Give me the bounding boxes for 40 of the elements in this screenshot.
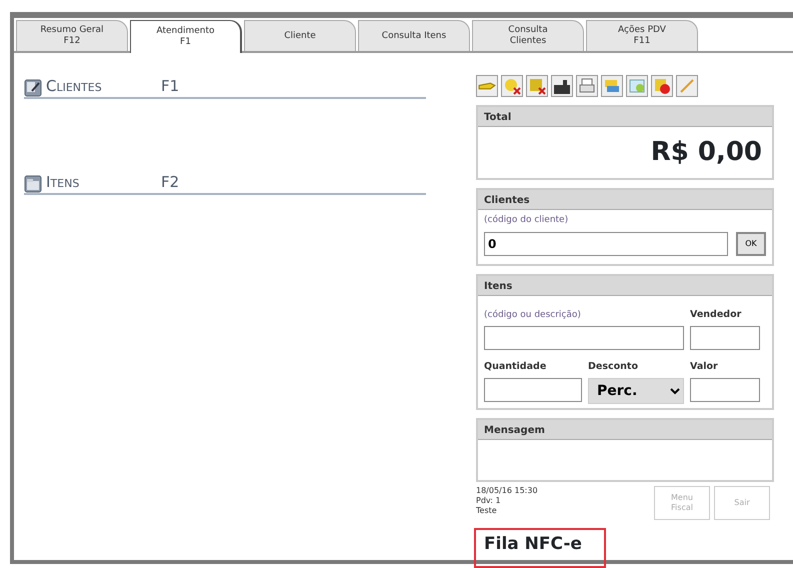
panel-header: Itens (478, 276, 772, 296)
tab[interactable]: Consulta Itens (358, 20, 470, 51)
discount-select[interactable]: Perc. (588, 378, 684, 404)
shortcut-key: F1 (161, 74, 180, 97)
tab[interactable]: Cliente (244, 20, 356, 51)
toolbar-button[interactable] (551, 75, 573, 97)
field-label: (código ou descrição) (484, 310, 581, 320)
status-text: Teste (476, 506, 498, 516)
tab[interactable]: Resumo Geral F12 (16, 20, 128, 51)
input-field[interactable] (690, 326, 760, 350)
field-label: Valor (690, 360, 718, 372)
pencil-icon (678, 77, 696, 95)
panel-header: Total (478, 107, 772, 127)
tab[interactable]: Consulta Clientes (472, 20, 584, 51)
edit-icon (24, 79, 42, 97)
tab[interactable]: Atendimento F1 (130, 20, 242, 53)
section-title: Clientes (46, 76, 103, 96)
toolbar-button[interactable] (526, 75, 548, 97)
total-amount: R$ 0,00 (650, 136, 763, 169)
status-text: Pdv: 1 (476, 496, 502, 506)
input-field[interactable] (484, 378, 582, 402)
ok-button[interactable]: OK (736, 232, 766, 256)
shortcut-key: F2 (161, 170, 180, 193)
field-hint: (código do cliente) (484, 214, 570, 227)
field-label: Vendedor (690, 308, 742, 320)
panel-header: Mensagem (478, 420, 772, 440)
field-label: Quantidade (484, 360, 546, 372)
tab[interactable]: Ações PDV F11 (586, 20, 698, 51)
field-label: Desconto (588, 360, 638, 372)
printer-icon (578, 77, 596, 95)
toolbar-button[interactable] (501, 75, 523, 97)
section-title: Itens (46, 172, 80, 192)
input-field[interactable] (484, 326, 684, 350)
folders-icon (603, 77, 621, 95)
input-field[interactable] (690, 378, 760, 402)
status-text: 18/05/16 15:30 (476, 486, 538, 496)
input-field[interactable]: 0 (484, 232, 728, 256)
queue-label[interactable]: Fila NFC-e (474, 528, 606, 568)
folder-icon (24, 175, 42, 193)
panel-header: Clientes (478, 190, 772, 210)
